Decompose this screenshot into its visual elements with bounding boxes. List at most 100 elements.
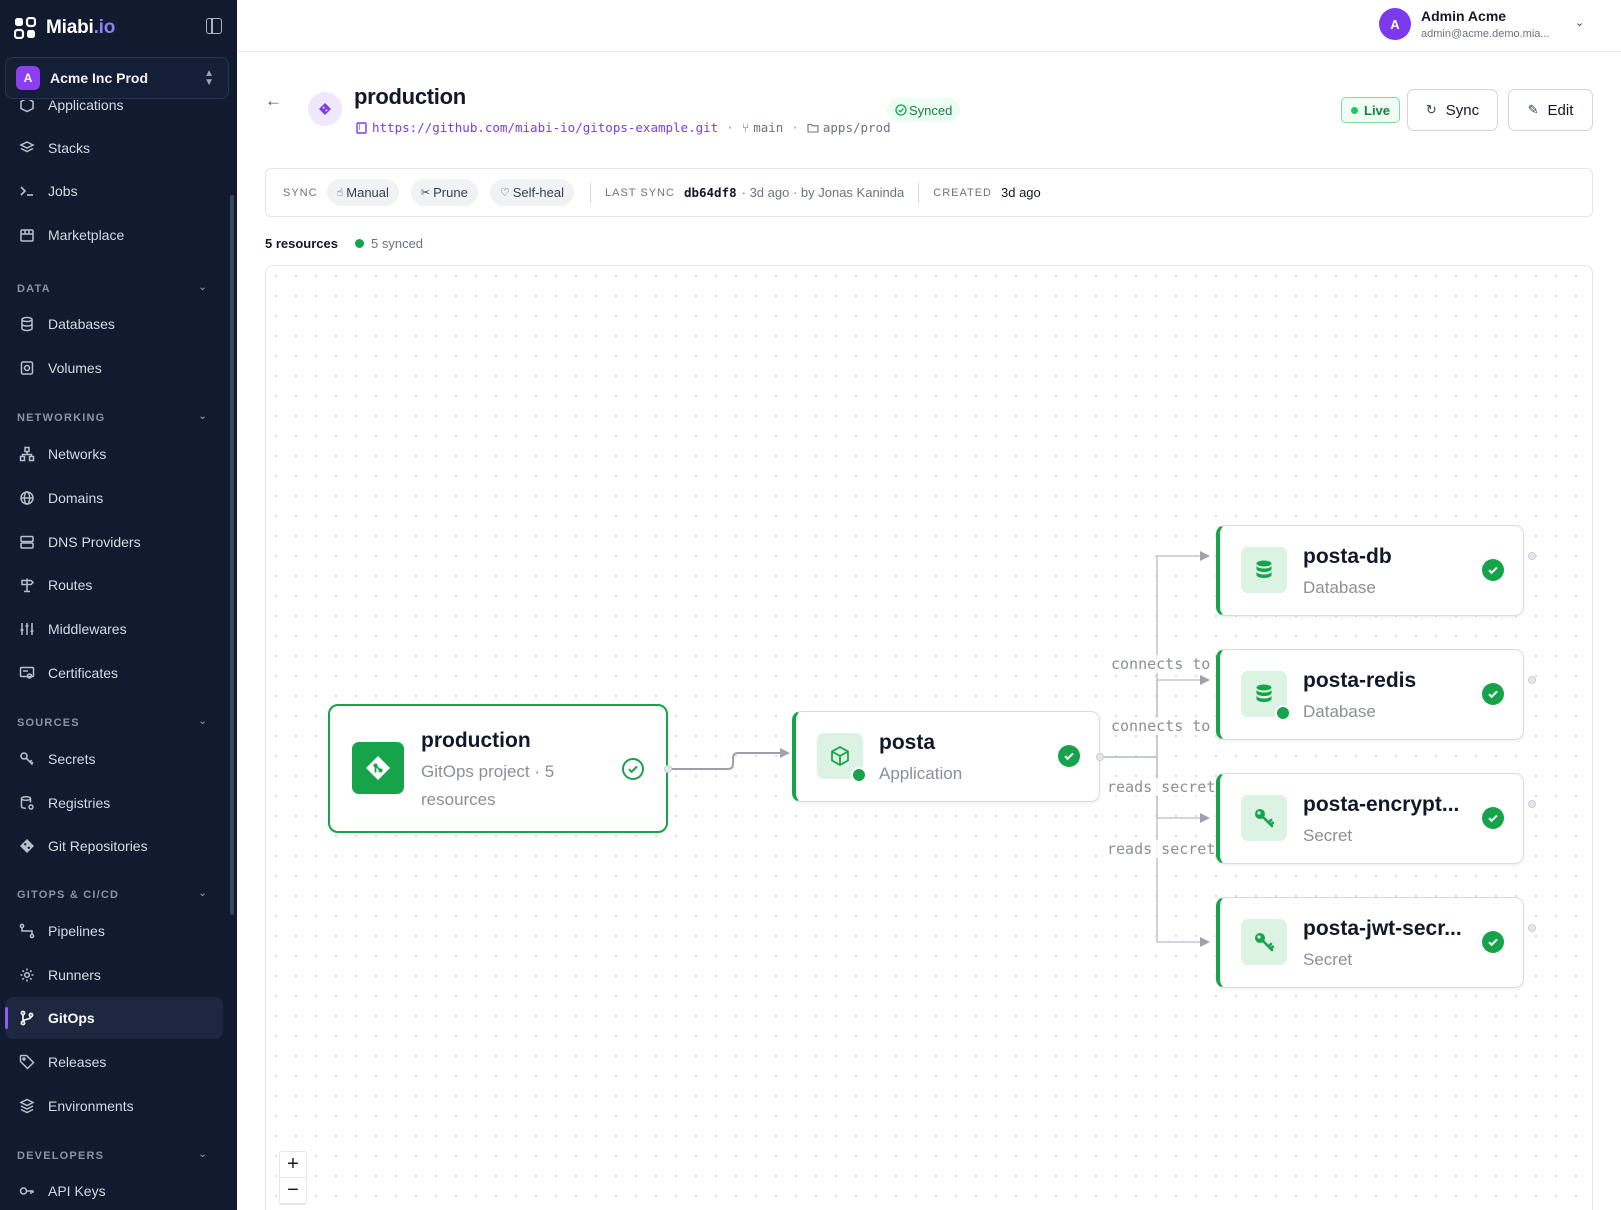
node-handle[interactable] [1528, 800, 1536, 808]
registry-icon [18, 794, 36, 812]
node-handle[interactable] [1528, 676, 1536, 684]
zoom-out-button[interactable]: − [280, 1178, 306, 1204]
sidebar-item-applications[interactable]: Applications [5, 100, 223, 126]
repo-path: apps/prod [822, 120, 891, 135]
sidebar-item-environments[interactable]: Environments [5, 1085, 223, 1127]
sidebar-item-certificates[interactable]: Certificates [5, 652, 223, 694]
graph-node-posta-encrypt[interactable]: posta-encrypt... Secret [1216, 773, 1524, 864]
sync-label: Sync [1445, 101, 1480, 119]
node-title: posta-encrypt... [1303, 793, 1460, 816]
updown-chevron-icon: ▲ ▼ [204, 68, 214, 88]
graph-node-production[interactable]: production GitOps project · 5 resources [328, 704, 668, 833]
node-handle[interactable] [1528, 552, 1536, 560]
section-sources[interactable]: SOURCES ⌄ [17, 716, 213, 729]
database-icon [18, 315, 36, 333]
section-developers[interactable]: DEVELOPERS ⌄ [17, 1149, 213, 1162]
node-subtitle: GitOps project · 5 resources [421, 762, 555, 809]
sidebar-item-databases[interactable]: Databases [5, 303, 223, 345]
key-icon [18, 750, 36, 768]
graph-node-posta[interactable]: posta Application [792, 711, 1100, 802]
sliders-icon [18, 620, 36, 638]
folder-icon [807, 123, 819, 133]
sidebar-item-pipelines[interactable]: Pipelines [5, 910, 223, 952]
node-subtitle: Secret [1303, 950, 1353, 969]
cube-icon [817, 733, 867, 783]
sidebar-item-secrets[interactable]: Secrets [5, 738, 223, 780]
section-networking[interactable]: NETWORKING ⌄ [17, 411, 213, 424]
layers-icon [18, 139, 36, 157]
section-gitops-cicd[interactable]: GITOPS & CI/CD ⌄ [17, 888, 213, 901]
edit-button[interactable]: ✎ Edit [1508, 89, 1593, 131]
sidebar-item-networks[interactable]: Networks [5, 433, 223, 475]
sidebar-item-registries[interactable]: Registries [5, 782, 223, 824]
node-subtitle: Application [879, 764, 963, 783]
sidebar-item-runners[interactable]: Runners [5, 954, 223, 996]
zoom-in-button[interactable]: + [280, 1152, 306, 1178]
section-data[interactable]: DATA ⌄ [17, 282, 213, 295]
edge-label: connects to [1111, 655, 1211, 673]
status-badge: Synced [887, 98, 961, 122]
commit-hash[interactable]: db64df8 [684, 185, 737, 200]
section-label: GITOPS & CI/CD [17, 889, 120, 901]
live-dot-icon [1351, 106, 1358, 114]
sidebar-item-dns-providers[interactable]: DNS Providers [5, 521, 223, 563]
sidebar-item-label: Routes [48, 577, 93, 593]
sidebar-item-jobs[interactable]: Jobs [5, 170, 223, 212]
database-icon [1241, 547, 1287, 593]
sidebar-item-marketplace[interactable]: Marketplace [5, 214, 223, 256]
sidebar-item-api-keys[interactable]: API Keys [5, 1170, 223, 1210]
sync-button[interactable]: ↻ Sync [1407, 89, 1498, 131]
node-handle[interactable] [664, 765, 672, 773]
collapse-sidebar-icon[interactable] [206, 18, 222, 34]
user-menu[interactable]: A Admin Acme admin@acme.demo.mia... ⌄ [1379, 7, 1609, 45]
user-email: admin@acme.demo.mia... [1421, 28, 1550, 40]
chip-manual: ☝ Manual [326, 179, 399, 206]
section-label: SOURCES [17, 717, 80, 729]
git-icon [18, 837, 36, 855]
sidebar-item-label: Git Repositories [48, 838, 148, 854]
sidebar-item-releases[interactable]: Releases [5, 1041, 223, 1083]
resource-summary: 5 resources 5 synced [265, 236, 423, 251]
graph-node-posta-redis[interactable]: posta-redis Database [1216, 649, 1524, 740]
node-handle[interactable] [1528, 924, 1536, 932]
sidebar-item-routes[interactable]: Routes [5, 564, 223, 606]
terminal-icon [18, 182, 36, 200]
back-arrow-icon[interactable]: ← [265, 92, 283, 110]
cube-icon [18, 100, 36, 114]
chevron-down-icon: ⌄ [1575, 17, 1585, 29]
sidebar-scrollbar[interactable] [230, 195, 234, 915]
edge-label: reads secret [1107, 778, 1216, 796]
live-badge: Live [1341, 97, 1401, 123]
scissors-icon: ✂ [420, 187, 431, 199]
edge-root-app [668, 748, 790, 770]
hand-icon: ☝ [336, 187, 344, 199]
graph-node-posta-jwt-secret[interactable]: posta-jwt-secr... Secret [1216, 897, 1524, 988]
branch-icon: ⑂ [741, 120, 750, 135]
sidebar-item-git-repositories[interactable]: Git Repositories [5, 825, 223, 867]
key-icon [1241, 795, 1287, 841]
brand[interactable]: Miabi.io [14, 14, 115, 42]
node-handle[interactable] [1096, 753, 1104, 761]
database-icon [1241, 671, 1291, 721]
sidebar-item-gitops[interactable]: GitOps [5, 997, 223, 1039]
graph-node-posta-db[interactable]: posta-db Database [1216, 525, 1524, 616]
edge-label: reads secret [1107, 840, 1216, 858]
sidebar-item-label: Certificates [48, 665, 119, 681]
sidebar-item-label: Secrets [48, 751, 96, 767]
repo-url-link[interactable]: https://github.com/miabi-io/gitops-examp… [372, 120, 718, 135]
brand-tld: .io [93, 17, 116, 38]
live-label: Live [1364, 102, 1391, 118]
node-title: posta-jwt-secr... [1303, 917, 1462, 940]
org-switcher[interactable]: A Acme Inc Prod ▲ ▼ [5, 57, 229, 99]
signpost-icon [18, 576, 36, 594]
page-title: production [354, 84, 466, 109]
sidebar-item-volumes[interactable]: Volumes [5, 347, 223, 389]
resource-graph-canvas[interactable]: connects to connects to reads secret rea… [265, 265, 1593, 1210]
sidebar-item-label: Volumes [48, 360, 102, 376]
section-label: DATA [17, 283, 51, 295]
git-icon [352, 742, 404, 794]
sidebar-item-domains[interactable]: Domains [5, 477, 223, 519]
sidebar-item-middlewares[interactable]: Middlewares [5, 608, 223, 650]
sidebar-item-stacks[interactable]: Stacks [5, 127, 223, 169]
sidebar-item-label: Releases [48, 1054, 107, 1070]
